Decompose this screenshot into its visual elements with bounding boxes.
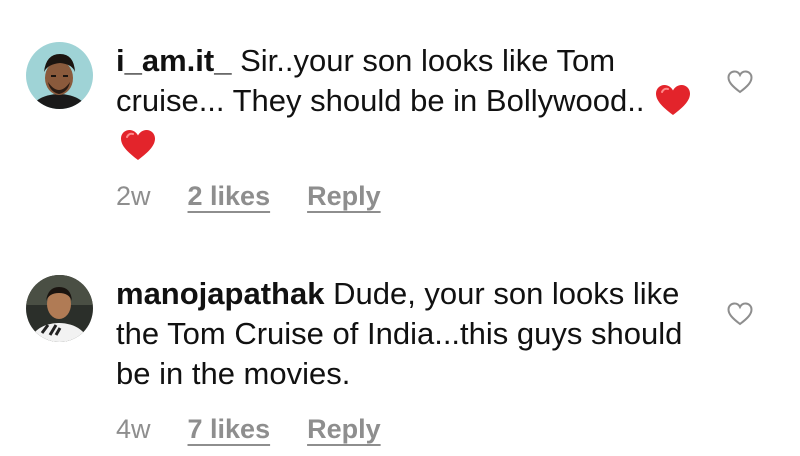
reply-button[interactable]: Reply: [307, 413, 381, 445]
comment-text: manojapathak Dude, your son looks like t…: [116, 274, 706, 394]
comment-username[interactable]: manojapathak: [116, 276, 324, 311]
avatar[interactable]: [26, 275, 93, 342]
comment-timestamp: 4w: [116, 414, 151, 444]
comment-likes-link[interactable]: 7 likes: [188, 413, 271, 445]
heart-outline-icon[interactable]: [727, 302, 753, 326]
user-avatar-image: [26, 275, 93, 342]
comment-meta: 4w 7 likes Reply: [116, 413, 381, 445]
comment-item: manojapathak Dude, your son looks like t…: [0, 0, 800, 456]
